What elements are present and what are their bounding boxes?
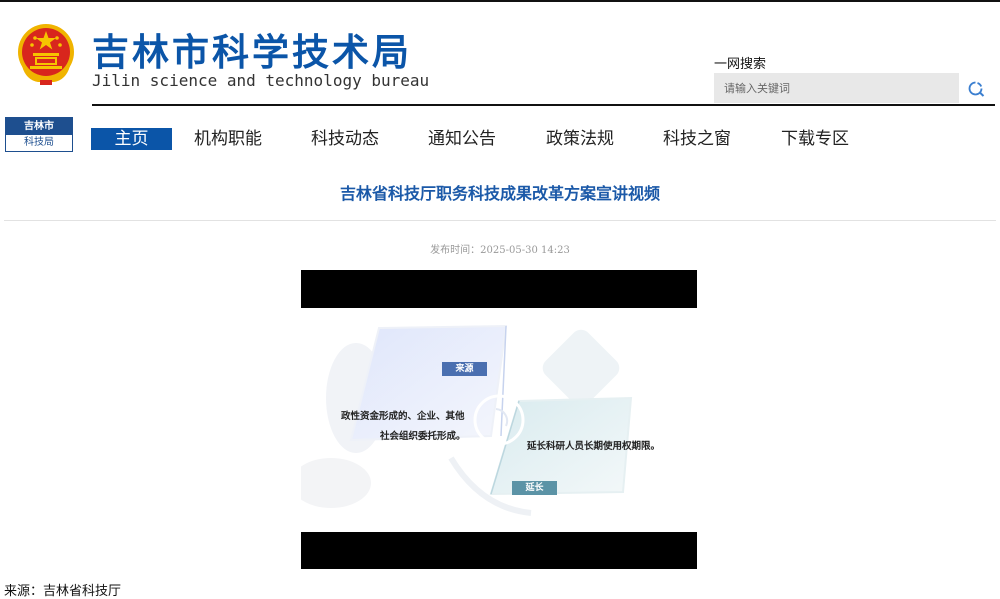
nav-item-policies[interactable]: 政策法规: [546, 128, 614, 150]
search-icon[interactable]: [962, 76, 990, 100]
nav-item-downloads[interactable]: 下载专区: [781, 128, 849, 150]
top-border: [0, 0, 1000, 2]
video-text-left-1: 政性资金形成的、企业、其他: [341, 411, 465, 422]
site-title: 吉林市科学技术局: [92, 30, 412, 74]
bureau-mini-logo[interactable]: 吉林市 科技局: [5, 117, 73, 152]
nav-item-window[interactable]: 科技之窗: [663, 128, 731, 150]
national-emblem-icon: [18, 24, 74, 85]
search-input[interactable]: [714, 73, 959, 103]
tag-extend: 延长: [512, 481, 557, 495]
publish-info: 发布时间：2025-05-30 14:23: [0, 241, 1000, 256]
video-text-right: 延长科研人员长期使用权期限。: [527, 441, 661, 452]
article-title: 吉林省科技厅职务科技成果改革方案宣讲视频: [339, 184, 660, 203]
search-label: 一网搜索: [714, 57, 767, 72]
nav-item-news[interactable]: 科技动态: [311, 128, 379, 150]
nav-item-notices[interactable]: 通知公告: [428, 128, 496, 150]
header-divider: [92, 104, 995, 106]
mini-logo-city: 吉林市: [6, 118, 72, 135]
mini-logo-bureau: 科技局: [24, 137, 54, 148]
tag-source: 来源: [442, 362, 487, 376]
video-player[interactable]: 来源 政性资金形成的、企业、其他 社会组织委托形成。 延长科研人员长期使用权期限…: [301, 270, 697, 569]
nav-item-functions[interactable]: 机构职能: [194, 128, 262, 150]
video-letterbox-bottom: [301, 532, 697, 569]
nav-item-home[interactable]: 主页: [91, 128, 172, 150]
publish-label: 发布时间：: [430, 245, 481, 256]
video-letterbox-top: [301, 270, 697, 308]
article-source: 来源：吉林省科技厅: [4, 584, 122, 599]
publish-date: 2025-05-30 14:23: [480, 245, 570, 256]
video-text-left-2: 社会组织委托形成。: [380, 431, 466, 442]
title-divider: [4, 220, 996, 221]
site-subtitle: Jilin science and technology bureau: [92, 71, 430, 90]
